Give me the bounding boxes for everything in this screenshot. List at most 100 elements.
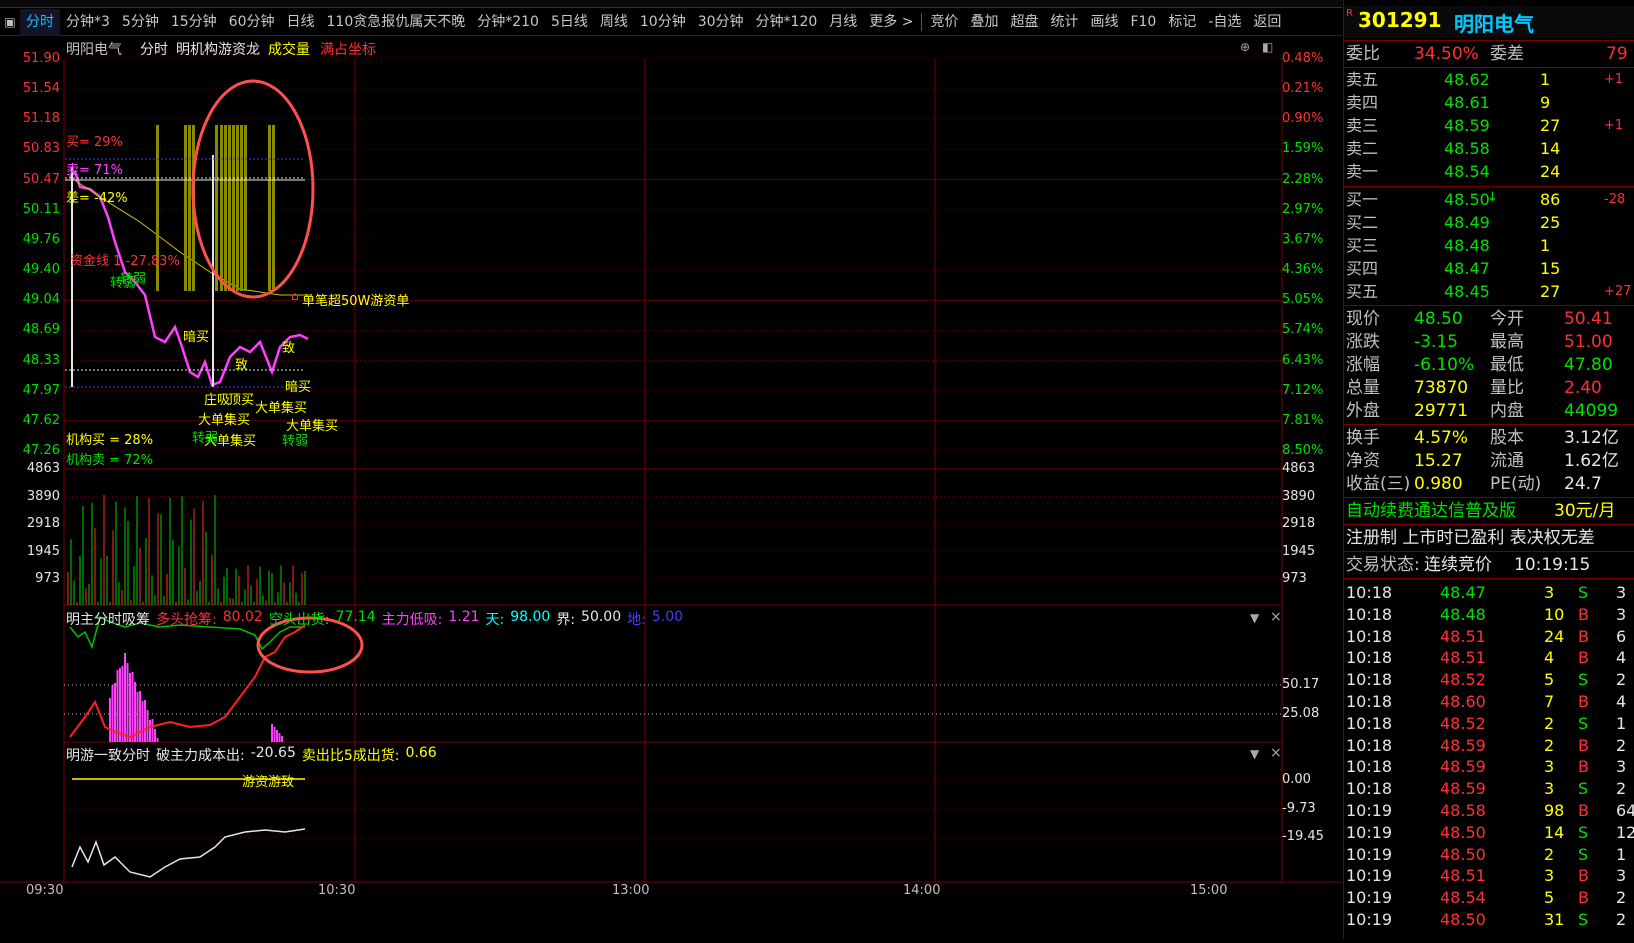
tab-20[interactable]: F10 — [1124, 9, 1162, 36]
ad-row: 自动续费通达信普及版 30元/月 — [1344, 499, 1634, 523]
orderbook-v: 9 — [1540, 93, 1551, 112]
tick-p: 48.60 — [1440, 692, 1486, 711]
orderbook-p: 48.49 — [1444, 213, 1490, 232]
orderbook-row: 买五 48.45 27 +27 — [1344, 280, 1634, 304]
dingmai-label: 顶买 — [228, 393, 255, 408]
coord-label[interactable]: 满占坐标 — [320, 39, 376, 59]
tab-5[interactable]: 日线 — [281, 9, 321, 36]
tick-t: 10:19 — [1346, 844, 1393, 864]
tick-d: B — [1578, 692, 1589, 711]
stock-name-label: 明阳电气 — [66, 42, 122, 58]
fund-bar — [188, 125, 191, 291]
stats-row: 净资 15.27 流通 1.62亿 — [1344, 449, 1634, 473]
panel2-dropdown-icon[interactable]: ▼ — [1250, 611, 1259, 625]
zhuang-label: 庄吸 — [204, 393, 231, 408]
tab-10[interactable]: 10分钟 — [634, 9, 692, 36]
layout-icon[interactable]: ◧ — [1262, 40, 1273, 54]
diff-pct-label: 差= -42% — [66, 191, 128, 206]
time-tick: 14:00 — [903, 883, 941, 898]
tick-t: 10:19 — [1346, 822, 1393, 842]
price-tick: 48.33 — [22, 352, 60, 368]
orderbook-l: 买一 — [1346, 190, 1379, 209]
tick-v: 4 — [1544, 648, 1555, 668]
price-tick: 50.83 — [22, 141, 60, 157]
status-field: 交易状态: — [1346, 555, 1420, 575]
window-toggle-icon[interactable]: ▣ — [0, 9, 20, 36]
tab-9[interactable]: 周线 — [594, 9, 634, 36]
panel3-dropdown-icon[interactable]: ▼ — [1250, 747, 1259, 761]
inst-buy-label: 机构买 = 28% — [66, 433, 154, 448]
tab-7[interactable]: 分钟*210 — [471, 9, 545, 36]
tab-23[interactable]: 返回 — [1247, 9, 1287, 36]
tick-row: 10:19 48.50 2 S 1 — [1344, 844, 1634, 866]
price-tick: 47.26 — [22, 443, 60, 458]
orderbook-v: 1 — [1540, 70, 1551, 89]
tick-n: 1 — [1616, 713, 1627, 733]
pct-tick: 1.59% — [1282, 141, 1324, 157]
ad-text[interactable]: 30元/月 — [1554, 499, 1615, 523]
tab-3[interactable]: 15分钟 — [165, 9, 223, 36]
orderbook-row: 买三 48.48 1 — [1344, 234, 1634, 258]
trading-app: ▣ 分时 分钟*3 5分钟 15分钟 60分钟 日线 110贪急报仇属天不晚 分钟*210 5日… — [0, 0, 1634, 939]
weak-label-4: 转弱 — [120, 272, 147, 287]
orderbook-p: 48.48 — [1444, 236, 1490, 255]
tab-18[interactable]: 统计 — [1044, 9, 1084, 36]
tab-6[interactable]: 110贪急报仇属天不晚 — [321, 9, 472, 36]
tab-8[interactable]: 5日线 — [545, 9, 594, 36]
tick-d: S — [1578, 713, 1589, 733]
indicator-label: 明机构游资龙 — [176, 42, 260, 58]
stat-b: 15.27 — [1414, 451, 1463, 471]
tab-4[interactable]: 60分钟 — [223, 9, 281, 36]
tick-row: 10:19 48.54 5 B 2 — [1344, 887, 1634, 909]
stat-a: 换手 — [1346, 428, 1380, 448]
tab-14[interactable]: 更多 > — [863, 9, 919, 36]
tick-n: 4 — [1616, 648, 1627, 668]
tick-d: B — [1578, 888, 1589, 908]
volume-tick: 2918 — [26, 516, 60, 531]
orderbook-row: 卖三 48.59 27 +1 — [1344, 114, 1634, 138]
price-tick: 51.90 — [22, 51, 60, 66]
panel2-field: 50.00 — [581, 609, 622, 625]
tab-15[interactable]: 竞价 — [924, 9, 964, 36]
tab-21[interactable]: 标记 — [1162, 9, 1202, 36]
tab-11[interactable]: 30分钟 — [692, 9, 750, 36]
tick-v: 5 — [1544, 888, 1555, 908]
panel3-close-icon[interactable]: × — [1270, 745, 1282, 761]
ad-text[interactable]: 自动续费通达信普及版 — [1346, 499, 1516, 523]
tab-12[interactable]: 分钟*120 — [750, 9, 824, 36]
tick-v: 2 — [1544, 713, 1555, 733]
stat-a: 涨幅 — [1346, 355, 1380, 375]
panel2-field: 98.00 — [510, 609, 551, 625]
panel2-field: 明主分时吸筹 — [66, 612, 150, 628]
tab-1[interactable]: 分钟*3 — [60, 9, 116, 36]
tick-d: B — [1578, 757, 1589, 777]
tab-13[interactable]: 月线 — [823, 9, 863, 36]
tab-17[interactable]: 超盘 — [1004, 9, 1044, 36]
stats-row: 换手 4.57% 股本 3.12亿 — [1344, 426, 1634, 450]
panel2-field: 空头出货: — [268, 612, 330, 628]
tick-v: 2 — [1544, 735, 1555, 755]
panel3-field: 卖出比5成出货: — [301, 748, 400, 764]
consensus-mark: 游资游致 — [242, 775, 295, 790]
panel2-header: 明主分时吸筹 多头抢筹: 80.02 空头出货: 77.14 主力低吸: 1.21 天: 98.… — [66, 609, 683, 629]
orderbook-l: 买二 — [1346, 213, 1379, 232]
tab-2[interactable]: 5分钟 — [116, 9, 165, 36]
tab-16[interactable]: 叠加 — [964, 9, 1004, 36]
orderbook-p: 48.45 — [1444, 282, 1490, 301]
stock-name: 明阳电气 — [1454, 12, 1534, 36]
top-strip — [0, 0, 1342, 8]
volume-tick: 3890 — [26, 488, 60, 504]
tab-22[interactable]: -自选 — [1202, 9, 1247, 36]
panel2-field: 天: — [485, 612, 505, 628]
tick-row: 10:18 48.59 3 S 2 — [1344, 778, 1634, 800]
tab-19[interactable]: 画线 — [1084, 9, 1124, 36]
tab-0[interactable]: 分时 — [20, 8, 60, 36]
stat-c: 内盘 — [1490, 401, 1524, 421]
orderbook-p: 48.61 — [1444, 93, 1490, 112]
stock-code: 301291 — [1358, 8, 1442, 32]
zoom-icon[interactable]: ⊕ — [1240, 40, 1250, 54]
panel2-close-icon[interactable]: × — [1270, 609, 1282, 625]
tick-d: B — [1578, 604, 1589, 624]
tick-row: 10:19 48.58 98 B 64 — [1344, 800, 1634, 822]
stat-a: 净资 — [1346, 451, 1380, 471]
